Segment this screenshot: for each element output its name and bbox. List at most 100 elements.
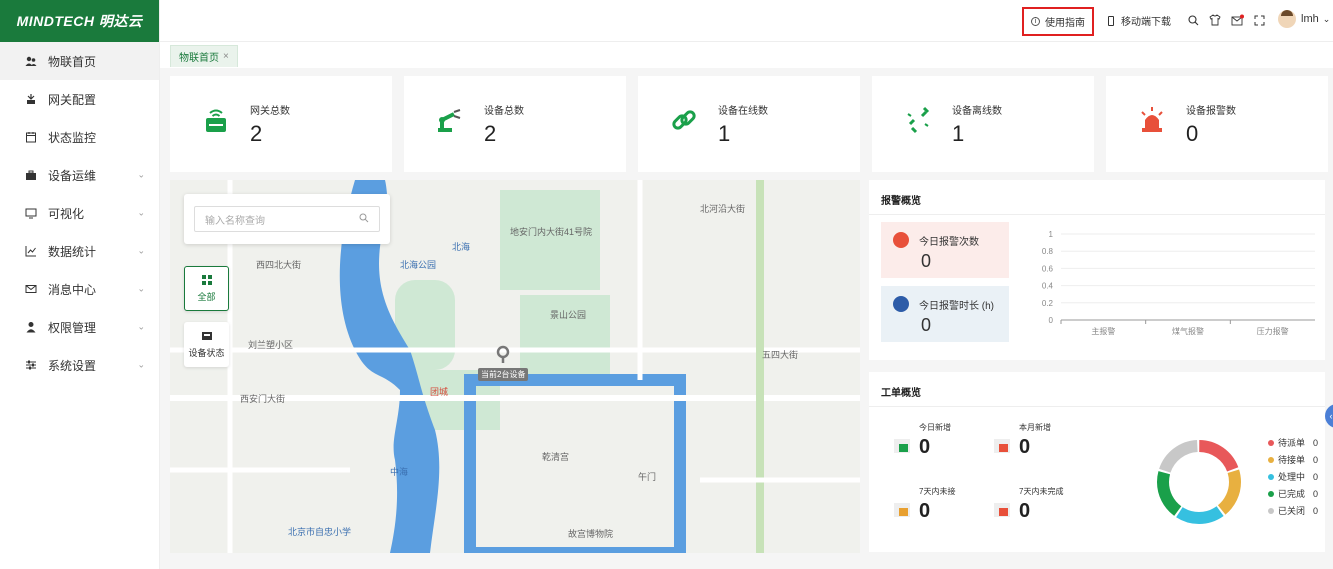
mobile-download-button[interactable]: 移动端下载 bbox=[1108, 13, 1171, 28]
sidebar-item-label: 可视化 bbox=[48, 206, 85, 221]
map-place-label: 团城 bbox=[430, 387, 449, 397]
stat-value: 0 bbox=[1186, 121, 1199, 146]
link-icon bbox=[668, 104, 700, 136]
alarm-light-icon bbox=[1136, 104, 1168, 136]
stat-card-1: 设备总数 2 bbox=[404, 76, 626, 172]
sidebar-item-1[interactable]: 网关配置 bbox=[0, 80, 159, 118]
stat-value: 1 bbox=[952, 121, 965, 146]
alarm-overview-panel: 报警概览 今日报警次数 0 今日报警时长 (h) 0 1 0.8 0.6 0.4 0.2… bbox=[869, 180, 1325, 360]
today-alarm-count-card: 今日报警次数 0 bbox=[881, 222, 1009, 278]
search-icon[interactable] bbox=[1186, 13, 1200, 27]
legend-value: 0 bbox=[1313, 454, 1319, 465]
legend-dot bbox=[1268, 473, 1274, 480]
user-guide-label: 使用指南 bbox=[1045, 18, 1085, 29]
legend-item[interactable]: 待接单 0 bbox=[1268, 453, 1318, 466]
stat-label: 设备在线数 bbox=[718, 106, 768, 117]
gateway-icon bbox=[24, 92, 38, 106]
user-name: lmh bbox=[1301, 13, 1319, 25]
sidebar-item-label: 网关配置 bbox=[48, 92, 97, 107]
alarm-bar-chart: 1 0.8 0.6 0.4 0.2 0 主报警 煤气报警 压力报警 bbox=[1042, 230, 1315, 336]
work-order-stat-label: 7天内未接 bbox=[919, 487, 956, 496]
work-order-donut bbox=[1157, 440, 1241, 524]
search-icon bbox=[359, 213, 369, 226]
sidebar-item-0[interactable]: 物联首页 bbox=[0, 42, 159, 80]
hourglass-icon bbox=[893, 500, 913, 518]
collapse-handle[interactable]: ‹ bbox=[1325, 404, 1333, 428]
work-order-stat-value: 0 bbox=[1019, 436, 1031, 458]
people-icon bbox=[24, 54, 38, 68]
device-map[interactable]: 北海 北海公园 景山公园 故宫博物院 西四北大街 北河沿大街 五四大街 西安门大街 中海 团城 乾清… bbox=[170, 180, 860, 553]
fullscreen-icon[interactable] bbox=[1252, 13, 1266, 27]
brand-logo[interactable]: MINDTECH 明达云 bbox=[0, 0, 159, 42]
legend-value: 0 bbox=[1313, 437, 1319, 448]
shirt-icon[interactable] bbox=[1208, 13, 1222, 27]
device-status-button[interactable]: 设备状态 bbox=[184, 322, 229, 367]
legend-label: 待接单 bbox=[1278, 455, 1306, 465]
grid-icon bbox=[201, 274, 212, 287]
tab-label: 物联首页 bbox=[179, 53, 219, 64]
sidebar-item-4[interactable]: 可视化 ⌄ bbox=[0, 194, 159, 232]
sidebar-item-2[interactable]: 状态监控 bbox=[0, 118, 159, 156]
map-place-label: 北河沿大街 bbox=[700, 204, 746, 214]
today-alarm-count-label: 今日报警次数 bbox=[919, 237, 979, 248]
tab-iot-home[interactable]: 物联首页 × bbox=[170, 45, 238, 67]
stat-card-2: 设备在线数 1 bbox=[638, 76, 860, 172]
mail-icon bbox=[24, 282, 38, 296]
robot-arm-icon bbox=[434, 104, 466, 136]
work-order-stat-label: 今日新增 bbox=[919, 423, 951, 432]
sidebar-item-3[interactable]: 设备运维 ⌄ bbox=[0, 156, 159, 194]
sidebar-item-8[interactable]: 系统设置 ⌄ bbox=[0, 346, 159, 384]
map-place-label: 地安门内大街41号院 bbox=[510, 227, 593, 237]
user-guide-button[interactable]: i 使用指南 bbox=[1022, 7, 1094, 36]
sidebar-item-label: 状态监控 bbox=[48, 130, 97, 145]
legend-item[interactable]: 待派单 0 bbox=[1268, 436, 1318, 449]
phone-icon bbox=[1108, 15, 1114, 26]
calendar-icon bbox=[24, 130, 38, 144]
line-chart-icon bbox=[24, 244, 38, 258]
sidebar-item-label: 设备运维 bbox=[48, 168, 97, 183]
legend-label: 已关闭 bbox=[1278, 506, 1306, 516]
legend-item[interactable]: 处理中 0 bbox=[1268, 470, 1318, 483]
close-icon[interactable]: × bbox=[223, 51, 229, 62]
y-tick-label: 0.2 bbox=[1042, 299, 1054, 308]
sidebar-item-7[interactable]: 权限管理 ⌄ bbox=[0, 308, 159, 346]
today-alarm-duration-card: 今日报警时长 (h) 0 bbox=[881, 286, 1009, 342]
message-icon[interactable] bbox=[1230, 13, 1244, 27]
device-status-label: 设备状态 bbox=[188, 347, 225, 358]
search-input[interactable]: 输入名称查询 bbox=[194, 206, 380, 232]
stat-label: 设备总数 bbox=[484, 106, 524, 117]
map-place-label: 五四大街 bbox=[762, 350, 799, 360]
user-menu[interactable]: lmh ⌄ bbox=[1278, 10, 1330, 28]
legend-label: 处理中 bbox=[1278, 472, 1306, 482]
y-tick-label: 1 bbox=[1049, 230, 1054, 239]
map-place-label: 中海 bbox=[390, 467, 409, 477]
legend-dot bbox=[1268, 456, 1274, 463]
chevron-down-icon: ⌄ bbox=[137, 321, 145, 332]
x-tick-label: 煤气报警 bbox=[1172, 326, 1204, 336]
filter-all-button[interactable]: 全部 bbox=[184, 266, 229, 311]
sidebar-item-5[interactable]: 数据统计 ⌄ bbox=[0, 232, 159, 270]
status-icon bbox=[201, 331, 212, 343]
legend-item[interactable]: 已完成 0 bbox=[1268, 487, 1318, 500]
search-placeholder: 输入名称查询 bbox=[205, 215, 265, 227]
mobile-download-label: 移动端下载 bbox=[1121, 17, 1171, 28]
work-order-title: 工单概览 bbox=[881, 388, 921, 399]
legend-dot bbox=[1268, 439, 1274, 446]
sidebar-item-label: 物联首页 bbox=[48, 54, 97, 69]
monitor-icon bbox=[24, 206, 38, 220]
stat-label: 网关总数 bbox=[250, 106, 290, 117]
briefcase-icon bbox=[24, 168, 38, 182]
broken-link-icon bbox=[902, 104, 934, 136]
sidebar-item-6[interactable]: 消息中心 ⌄ bbox=[0, 270, 159, 308]
legend-dot bbox=[1268, 490, 1274, 497]
chevron-down-icon: ⌄ bbox=[137, 169, 145, 180]
y-tick-label: 0 bbox=[1049, 316, 1054, 325]
map-marker-label[interactable]: 当前2台设备 bbox=[478, 368, 529, 381]
legend-item[interactable]: 已关闭 0 bbox=[1268, 504, 1318, 517]
chevron-down-icon: ⌄ bbox=[137, 359, 145, 370]
map-place-label: 刘兰塑小区 bbox=[248, 340, 294, 350]
work-order-stat-label: 本月新增 bbox=[1019, 423, 1051, 432]
work-order-stat-value: 0 bbox=[1019, 500, 1031, 522]
sidebar-item-label: 权限管理 bbox=[48, 320, 97, 335]
y-tick-label: 0.8 bbox=[1042, 247, 1054, 256]
